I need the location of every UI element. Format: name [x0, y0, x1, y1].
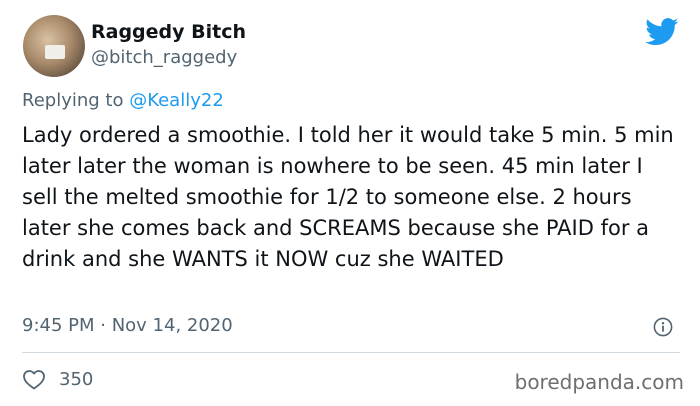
- twitter-bird-icon[interactable]: [645, 18, 679, 46]
- replying-to: Replying to @Keally22: [22, 90, 224, 111]
- reply-mention-link[interactable]: @Keally22: [129, 90, 224, 111]
- info-icon[interactable]: [653, 317, 673, 337]
- watermark: boredpanda.com: [514, 370, 684, 394]
- author-handle[interactable]: @bitch_raggedy: [91, 47, 237, 68]
- avatar[interactable]: [23, 15, 85, 77]
- avatar-photo-detail: [45, 45, 65, 59]
- heart-icon: [23, 370, 45, 390]
- like-button[interactable]: 350: [22, 367, 93, 391]
- author-name[interactable]: Raggedy Bitch: [91, 21, 246, 43]
- tweet-timestamp[interactable]: 9:45 PM · Nov 14, 2020: [22, 315, 233, 336]
- replying-to-label: Replying to: [22, 90, 130, 111]
- like-count: 350: [59, 368, 94, 390]
- tweet-text: Lady ordered a smoothie. I told her it w…: [22, 123, 674, 271]
- divider: [22, 352, 680, 353]
